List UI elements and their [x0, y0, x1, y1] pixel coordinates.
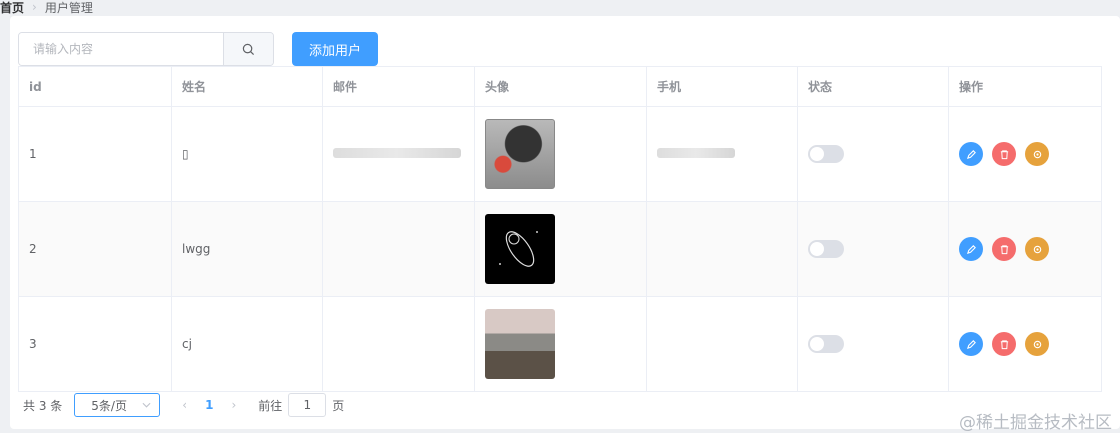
column-header-actions: 操作: [948, 66, 1102, 107]
delete-icon: [1000, 339, 1008, 349]
cell-id: 2: [18, 201, 172, 297]
cell-status: [797, 106, 949, 202]
page-size-select[interactable]: 5条/页: [74, 393, 161, 417]
watermark: @稀土掘金技术社区: [959, 413, 1112, 433]
edit-icon: [966, 339, 976, 349]
add-user-button[interactable]: 添加用户: [292, 32, 378, 66]
pagination: 共 3 条 5条/页 ‹ 1 › 前往 1 页: [23, 393, 344, 417]
avatar-image: [485, 214, 555, 284]
table-header-row: id 姓名 邮件 头像 手机 状态 操作: [18, 66, 1102, 107]
status-switch[interactable]: [808, 335, 844, 353]
cell-avatar: [474, 106, 647, 202]
setting-button[interactable]: [1025, 332, 1049, 356]
setting-icon: [1033, 340, 1041, 348]
delete-button[interactable]: [992, 332, 1016, 356]
column-header-email: 邮件: [322, 66, 475, 107]
astronaut-icon: [499, 231, 538, 267]
cell-actions: [948, 201, 1102, 297]
cell-email: [322, 296, 475, 392]
delete-icon: [1000, 244, 1008, 254]
cell-avatar: [474, 201, 647, 297]
breadcrumb-separator-icon: ›: [32, 0, 37, 14]
edit-button[interactable]: [959, 237, 983, 261]
setting-button[interactable]: [1025, 237, 1049, 261]
table-row: 2 lwgg: [18, 201, 1102, 297]
breadcrumb-current: 用户管理: [44, 0, 93, 15]
cell-id: 3: [18, 296, 172, 392]
column-header-status: 状态: [797, 66, 949, 107]
edit-icon: [966, 149, 976, 159]
breadcrumb: 首页 › 用户管理: [0, 0, 93, 16]
cell-phone: [646, 201, 798, 297]
redacted-phone: [657, 148, 735, 158]
status-switch[interactable]: [808, 145, 844, 163]
cell-email: [322, 106, 475, 202]
cell-name: ▯: [171, 106, 323, 202]
goto-suffix: 页: [332, 398, 345, 413]
delete-button[interactable]: [992, 237, 1016, 261]
search-box: [18, 32, 274, 66]
search-button[interactable]: [223, 33, 273, 65]
table-row: 1 ▯: [18, 106, 1102, 202]
prev-page-button[interactable]: ‹: [182, 398, 187, 412]
cell-status: [797, 296, 949, 392]
cell-name: lwgg: [171, 201, 323, 297]
user-table: id 姓名 邮件 头像 手机 状态 操作 1 ▯ 2 lwgg 3 cj: [18, 66, 1102, 392]
goto-label: 前往: [258, 398, 283, 413]
chevron-down-icon: [142, 402, 151, 408]
column-header-phone: 手机: [646, 66, 798, 107]
cell-actions: [948, 106, 1102, 202]
cell-name: cj: [171, 296, 323, 392]
table-row: 3 cj: [18, 296, 1102, 392]
cell-phone: [646, 106, 798, 202]
delete-button[interactable]: [992, 142, 1016, 166]
cell-email: [322, 201, 475, 297]
toolbar: 添加用户: [18, 32, 378, 66]
search-input[interactable]: [19, 33, 223, 65]
column-header-id: id: [18, 66, 172, 107]
cell-id: 1: [18, 106, 172, 202]
user-card: 添加用户 id 姓名 邮件 头像 手机 状态 操作 1 ▯: [10, 16, 1120, 433]
setting-button[interactable]: [1025, 142, 1049, 166]
goto-page-input[interactable]: 1: [288, 393, 327, 417]
edit-icon: [966, 244, 976, 254]
next-page-button[interactable]: ›: [231, 398, 236, 412]
column-header-avatar: 头像: [474, 66, 647, 107]
edit-button[interactable]: [959, 332, 983, 356]
cell-avatar: [474, 296, 647, 392]
edit-button[interactable]: [959, 142, 983, 166]
search-icon: [242, 43, 255, 55]
avatar-image: [485, 119, 555, 189]
status-switch[interactable]: [808, 240, 844, 258]
cell-actions: [948, 296, 1102, 392]
column-header-name: 姓名: [171, 66, 323, 107]
breadcrumb-home[interactable]: 首页: [0, 0, 24, 16]
cell-phone: [646, 296, 798, 392]
redacted-email: [333, 148, 461, 158]
avatar-image: [485, 309, 555, 379]
delete-icon: [1000, 149, 1008, 159]
setting-icon: [1033, 150, 1041, 158]
page-size-value: 5条/页: [91, 398, 127, 413]
page-number-current[interactable]: 1: [205, 398, 213, 412]
pagination-total: 共 3 条: [23, 398, 63, 413]
cell-status: [797, 201, 949, 297]
setting-icon: [1033, 245, 1041, 253]
